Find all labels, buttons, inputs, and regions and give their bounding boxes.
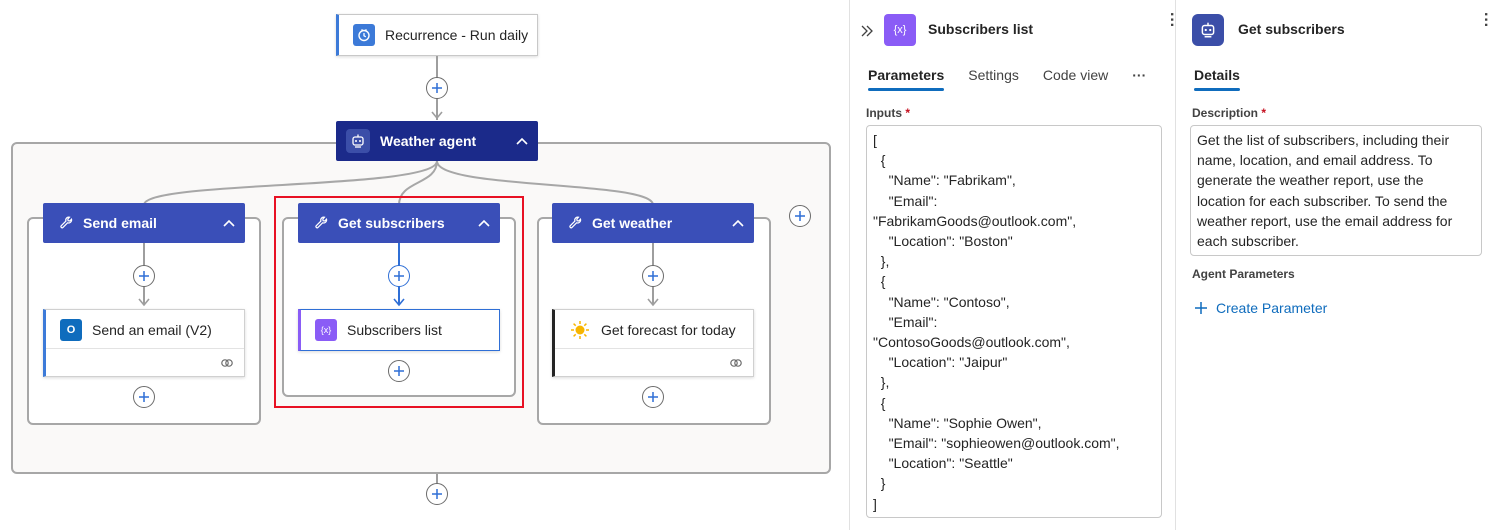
designer-canvas: Recurrence - Run daily Weather agent Sen… [0, 0, 848, 530]
plus-icon [394, 366, 404, 376]
collapse-panel-icon[interactable] [860, 24, 874, 38]
sun-icon [571, 321, 589, 339]
variable-icon: {x} [315, 319, 337, 341]
add-step-button[interactable] [642, 265, 664, 287]
link-icon [221, 359, 233, 367]
panel-title: Get subscribers [1238, 21, 1345, 37]
robot-icon [1192, 14, 1224, 46]
tool-header-send-email[interactable]: Send email [43, 203, 245, 243]
outlook-icon: O [60, 319, 82, 341]
plus-icon [795, 211, 805, 221]
chevron-up-icon[interactable] [478, 219, 490, 227]
more-tabs-icon[interactable]: ··· [1132, 67, 1146, 83]
tool-header-get-weather[interactable]: Get weather [552, 203, 754, 243]
panel-title: Subscribers list [928, 21, 1034, 37]
action-card-send-email[interactable]: O Send an email (V2) [43, 309, 245, 377]
description-label: Description * [1192, 106, 1267, 120]
add-step-button[interactable] [426, 483, 448, 505]
tool-label-get-weather: Get weather [592, 215, 673, 231]
action-details-panel: {x} Subscribers list ··· Parameters Sett… [849, 0, 1180, 530]
tab-parameters[interactable]: Parameters [868, 67, 945, 91]
more-options-icon[interactable]: ··· [1476, 12, 1490, 28]
add-step-button[interactable] [133, 265, 155, 287]
plus-icon [648, 271, 658, 281]
create-parameter-label: Create Parameter [1216, 300, 1328, 316]
add-step-button[interactable] [388, 265, 410, 287]
tab-settings[interactable]: Settings [968, 67, 1019, 83]
add-step-button[interactable] [642, 386, 664, 408]
create-parameter-button[interactable]: Create Parameter [1194, 300, 1327, 316]
inputs-field[interactable]: [ { "Name": "Fabrikam", "Email": "Fabrik… [866, 125, 1162, 518]
action-label-get-forecast: Get forecast for today [601, 322, 736, 338]
agent-parameters-label: Agent Parameters [1192, 267, 1295, 281]
action-card-get-forecast[interactable]: Get forecast for today [552, 309, 754, 377]
chevron-up-icon[interactable] [732, 219, 744, 227]
add-step-button[interactable] [388, 360, 410, 382]
plus-icon [432, 489, 442, 499]
wrench-icon [60, 216, 73, 229]
action-label-send-email: Send an email (V2) [92, 322, 212, 338]
plus-icon [648, 392, 658, 402]
add-step-button[interactable] [133, 386, 155, 408]
variable-icon: {x} [884, 14, 916, 46]
arrow-down-icon [647, 298, 659, 307]
plus-icon [394, 271, 404, 281]
panel-tabs: Details [1194, 67, 1240, 91]
arrow-down-icon [393, 298, 405, 307]
tab-details[interactable]: Details [1194, 67, 1240, 91]
add-tool-button[interactable] [789, 205, 811, 227]
tool-label-send-email: Send email [83, 215, 157, 231]
link-icon [730, 359, 742, 367]
arrow-down-icon [138, 298, 150, 307]
wrench-icon [315, 216, 328, 229]
description-field[interactable]: Get the list of subscribers, including t… [1190, 125, 1482, 256]
inputs-label: Inputs * [866, 106, 911, 120]
plus-icon [139, 271, 149, 281]
tool-header-get-subscribers[interactable]: Get subscribers [298, 203, 500, 243]
tool-label-get-subscribers: Get subscribers [338, 215, 445, 231]
panel-tabs: Parameters Settings Code view ··· [868, 67, 1146, 91]
tab-code-view[interactable]: Code view [1043, 67, 1108, 83]
action-card-subscribers-list[interactable]: {x} Subscribers list [298, 309, 500, 351]
action-label-subscribers-list: Subscribers list [347, 322, 442, 338]
plus-icon [1195, 302, 1207, 314]
tool-details-panel: Get subscribers ··· Details Description … [1175, 0, 1490, 530]
wrench-icon [569, 216, 582, 229]
chevron-up-icon[interactable] [223, 219, 235, 227]
plus-icon [139, 392, 149, 402]
